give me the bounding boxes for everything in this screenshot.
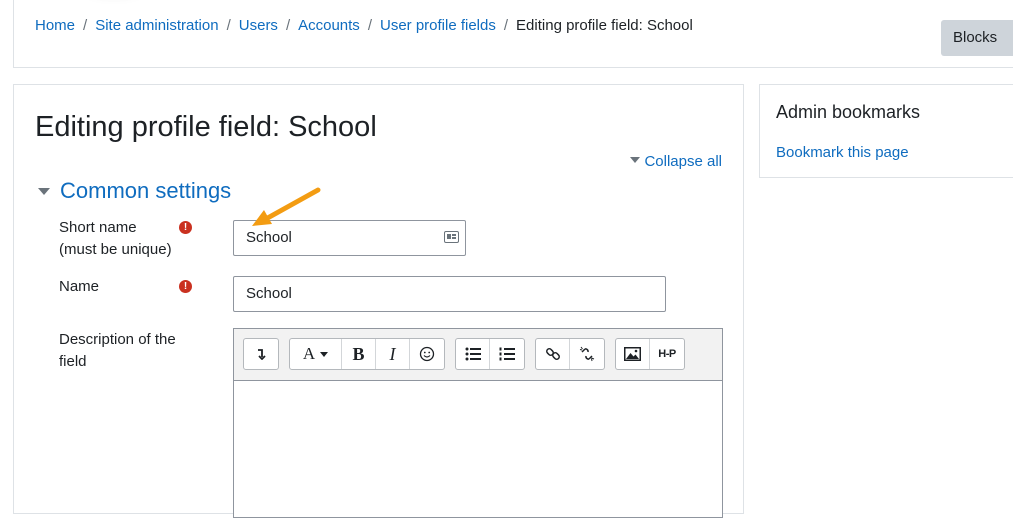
main-content: Editing profile field: School Collapse a… <box>13 84 744 518</box>
breadcrumb-current: Editing profile field: School <box>516 17 693 34</box>
collapse-all-label: Collapse all <box>644 153 722 170</box>
name-label: Name <box>59 278 100 295</box>
annotation-arrow-icon <box>252 187 321 226</box>
short-name-label-line1: Short name <box>59 219 137 236</box>
breadcrumb-home[interactable]: Home <box>35 17 75 34</box>
admin-bookmarks-title: Admin bookmarks <box>776 102 921 122</box>
page-header: Home / Site administration / Users / Accounts /… <box>13 0 1013 68</box>
font-size-button[interactable]: A <box>290 339 342 369</box>
bookmark-this-page-link[interactable]: Bookmark this page <box>776 144 909 161</box>
toolbar-toggle-button[interactable] <box>244 339 278 369</box>
description-label-line1: Description of the <box>59 331 176 348</box>
ordered-list-button[interactable] <box>490 339 524 369</box>
italic-button[interactable]: I <box>376 339 410 369</box>
blocks-button[interactable]: Blocks <box>941 20 1013 56</box>
admin-bookmarks-block: Admin bookmarks Bookmark this page <box>759 84 1013 178</box>
editor-toolbar: A B I H-P <box>234 329 722 381</box>
breadcrumb-site-administration[interactable]: Site administration <box>95 17 218 34</box>
link-icon <box>545 348 560 360</box>
breadcrumb: Home / Site administration / Users / Accounts /… <box>35 17 693 34</box>
arrow-down-icon <box>258 349 266 360</box>
bold-button[interactable]: B <box>342 339 376 369</box>
collapse-all-link[interactable]: Collapse all <box>630 153 722 171</box>
name-input[interactable]: School <box>233 276 666 312</box>
bold-icon: B <box>352 343 365 364</box>
image-icon <box>624 347 641 361</box>
unlink-icon <box>579 346 595 362</box>
h5p-button[interactable]: H-P <box>650 339 684 369</box>
section-title: Common settings <box>60 178 232 203</box>
description-editor: A B I H-P <box>233 328 723 518</box>
short-name-label: Short name (must be unique) <box>59 217 172 261</box>
bullet-list-icon <box>465 347 481 361</box>
italic-icon: I <box>389 343 396 364</box>
breadcrumb-user-profile-fields[interactable]: User profile fields <box>380 17 496 34</box>
name-value: School <box>246 285 292 302</box>
caret-down-icon <box>38 187 50 195</box>
short-name-label-line2: (must be unique) <box>59 241 172 258</box>
section-toggle-common-settings[interactable]: Common settings <box>38 177 231 205</box>
caret-down-icon <box>630 157 641 164</box>
unlink-button[interactable] <box>570 339 604 369</box>
smiley-icon <box>419 346 435 362</box>
required-icon: ! <box>179 280 192 293</box>
font-size-label: A <box>302 344 316 363</box>
h5p-icon: H-P <box>658 348 676 360</box>
insert-image-button[interactable] <box>616 339 650 369</box>
id-card-icon <box>444 231 459 243</box>
breadcrumb-users[interactable]: Users <box>239 17 278 34</box>
unordered-list-button[interactable] <box>456 339 490 369</box>
caret-down-icon <box>320 351 329 357</box>
page-title: Editing profile field: School <box>35 111 377 143</box>
required-icon: ! <box>179 221 192 234</box>
breadcrumb-accounts[interactable]: Accounts <box>298 17 360 34</box>
description-label-line2: field <box>59 353 87 370</box>
editor-content-area[interactable] <box>234 381 722 517</box>
numbered-list-icon <box>499 347 515 361</box>
short-name-value: School <box>246 229 292 246</box>
emoji-button[interactable] <box>410 339 444 369</box>
description-label: Description of the field <box>59 329 176 373</box>
link-button[interactable] <box>536 339 570 369</box>
